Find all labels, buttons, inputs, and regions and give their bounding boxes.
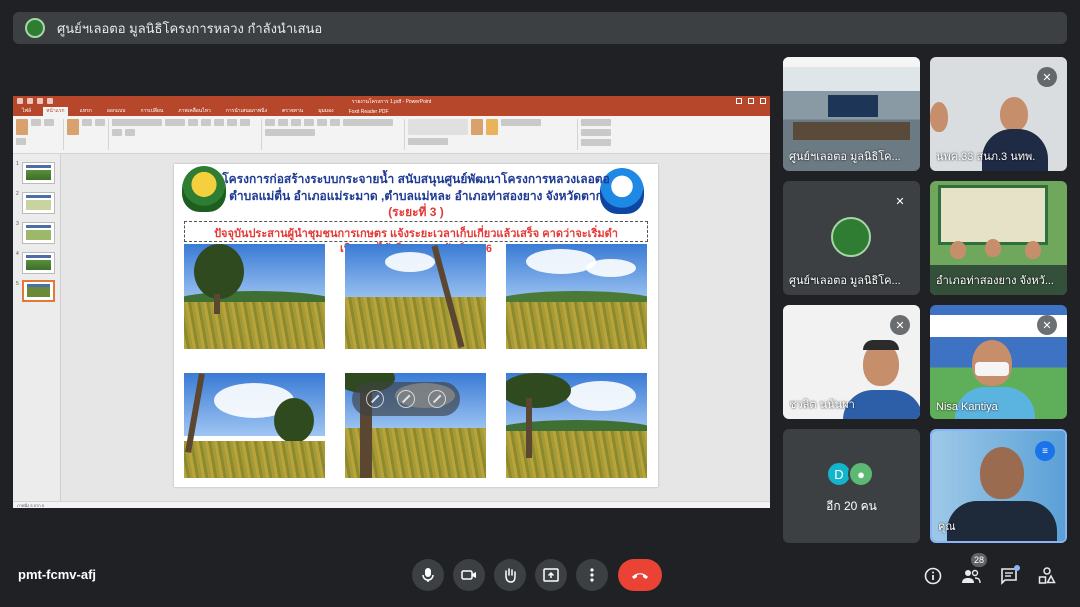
slide-thumbnail-4[interactable] xyxy=(22,252,55,274)
presenter-banner-text: ศูนย์ฯเลอตอ มูลนิธิโครงการหลวง กำลังนำเส… xyxy=(57,20,323,36)
participant-name: Nisa Kantiya xyxy=(936,401,998,413)
meeting-code: pmt-fcmv-afj xyxy=(18,567,97,582)
ribbon-tab: มุมมอง xyxy=(318,108,334,114)
activities-icon xyxy=(1038,567,1056,584)
ribbon-group-editing xyxy=(581,119,641,150)
participant-name: อำเภอท่าสองยาง จังหวั... xyxy=(936,275,1054,287)
present-button[interactable] xyxy=(535,559,567,591)
participant-tile[interactable]: ✕ Nisa Kantiya xyxy=(930,305,1067,419)
camera-button[interactable] xyxy=(453,559,485,591)
slide-thumbnail-2[interactable] xyxy=(22,192,55,214)
slide-thumbnail-3[interactable] xyxy=(22,222,55,244)
mic-button[interactable] xyxy=(412,559,444,591)
field-photo xyxy=(184,373,325,478)
ppt-ribbon-tabs: ไฟล์ หน้าแรก แทรก ออกแบบ การเปลี่ยน ภาพเ… xyxy=(13,106,770,116)
raise-hand-icon xyxy=(505,568,516,583)
slide-phase: (ระยะที่ 3 ) xyxy=(388,205,444,219)
ribbon-tab: ตรวจทาน xyxy=(282,108,304,114)
mic-off-icon: ✕ xyxy=(1037,67,1057,87)
ribbon-group-paragraph xyxy=(265,119,405,150)
presenter-logo-icon xyxy=(25,18,45,38)
ppt-title-bar: รายงานโครงการ 1.pdf - PowerPoint xyxy=(13,96,770,107)
more-vert-icon xyxy=(590,568,594,582)
chat-notification-dot xyxy=(1014,565,1020,571)
ribbon-tab: Foxit Reader PDF xyxy=(348,109,389,115)
raise-hand-button[interactable] xyxy=(494,559,526,591)
ppt-status-bar: ภาพนิ่ง 5 จาก 5 xyxy=(13,501,770,508)
field-photo xyxy=(506,244,647,349)
participant-avatar xyxy=(831,217,871,257)
mute-presenter-icon xyxy=(366,390,385,408)
more-participants-label: อีก 20 คน xyxy=(826,499,877,513)
participant-tile[interactable]: อำเภอท่าสองยาง จังหวั... xyxy=(930,181,1067,295)
speaking-indicator-icon: ≡ xyxy=(1035,441,1055,461)
slide-thumbnails: 1 2 3 4 5 xyxy=(13,154,61,501)
meet-window: ศูนย์ฯเลอตอ มูลนิธิโครงการหลวง กำลังนำเส… xyxy=(0,0,1080,607)
slide-number: 3 xyxy=(16,221,19,227)
slide-count-status: ภาพนิ่ง 5 จาก 5 xyxy=(17,503,45,508)
participant-name: ศูนย์ฯเลอตอ มูลนิธิโค... xyxy=(789,275,901,287)
ribbon-tab: ไฟล์ xyxy=(22,108,32,114)
participant-name: ศูนย์ฯเลอตอ มูลนิธิโค... xyxy=(789,151,901,163)
avatar-stack: D ● xyxy=(826,461,874,487)
meeting-info-button[interactable] xyxy=(921,564,945,588)
participant-tile[interactable]: ✕ ศูนย์ฯเลอตอ มูลนิธิโค... xyxy=(783,181,920,295)
ribbon-tab: ออกแบบ xyxy=(106,108,126,114)
mic-off-icon: ✕ xyxy=(890,315,910,335)
self-view-tile[interactable]: ≡ คุณ xyxy=(930,429,1067,543)
user-avatar-icon: ● xyxy=(848,461,874,487)
presenter-overlay-controls xyxy=(352,382,460,416)
participant-name: นพค.33 สนภ.3 นทพ. xyxy=(936,151,1036,163)
ribbon-group-drawing xyxy=(408,119,578,150)
more-participants-tile[interactable]: D ● อีก 20 คน xyxy=(783,429,920,543)
current-slide: โครงการก่อสร้างระบบกระจายน้ำ สนับสนุนศูน… xyxy=(174,164,658,487)
field-photo xyxy=(184,244,325,349)
people-icon xyxy=(962,569,981,584)
remove-icon xyxy=(427,390,446,408)
ribbon-tab: แทรก xyxy=(79,108,92,114)
slide-thumbnail-5[interactable] xyxy=(22,280,55,302)
mic-off-icon xyxy=(396,390,415,408)
presenter-banner: ศูนย์ฯเลอตอ มูลนิธิโครงการหลวง กำลังนำเส… xyxy=(13,12,1067,44)
window-controls xyxy=(736,98,766,104)
slide-thumbnail-1[interactable] xyxy=(22,162,55,184)
activities-button[interactable] xyxy=(1035,564,1059,588)
info-icon xyxy=(924,567,942,585)
slide-number: 4 xyxy=(16,251,19,257)
end-call-button[interactable] xyxy=(618,559,662,591)
ppt-window-title: รายงานโครงการ 1.pdf - PowerPoint xyxy=(351,98,432,105)
participant-tile[interactable]: ✕ ชวลิต นนันผา xyxy=(783,305,920,419)
mic-off-icon: ✕ xyxy=(1037,315,1057,335)
ribbon-group-slides xyxy=(67,119,109,150)
ribbon-tab: การนำเสนอภาพนิ่ง xyxy=(225,108,268,114)
mic-icon xyxy=(422,568,434,582)
ribbon-group-font xyxy=(112,119,262,150)
participant-tile[interactable]: ศูนย์ฯเลอตอ มูลนิธิโค... xyxy=(783,57,920,171)
participant-name: คุณ xyxy=(938,521,956,533)
ppt-ribbon xyxy=(13,116,770,154)
end-call-icon xyxy=(632,573,648,579)
slide-number: 2 xyxy=(16,191,19,197)
mic-off-icon: ✕ xyxy=(890,191,910,211)
quick-access-toolbar xyxy=(17,98,53,104)
camera-icon xyxy=(461,570,476,580)
people-button[interactable] xyxy=(959,564,983,588)
present-screen-icon xyxy=(543,568,559,582)
more-options-button[interactable] xyxy=(576,559,608,591)
ribbon-tab: การเปลี่ยน xyxy=(140,108,164,114)
participant-count-badge: 28 xyxy=(971,553,988,567)
field-photo xyxy=(506,373,647,478)
ribbon-tab-active: หน้าแรก xyxy=(43,106,68,116)
slide-number: 1 xyxy=(16,161,19,167)
shared-screen[interactable]: รายงานโครงการ 1.pdf - PowerPoint ไฟล์ หน… xyxy=(13,96,770,508)
field-photo xyxy=(345,244,486,349)
participant-name: ชวลิต นนันผา xyxy=(789,399,855,411)
slide-number: 5 xyxy=(16,281,19,287)
participant-tile[interactable]: ✕ นพค.33 สนภ.3 นทพ. xyxy=(930,57,1067,171)
ribbon-tab: ภาพเคลื่อนไหว xyxy=(178,108,211,114)
ribbon-group-clipboard xyxy=(16,119,64,150)
